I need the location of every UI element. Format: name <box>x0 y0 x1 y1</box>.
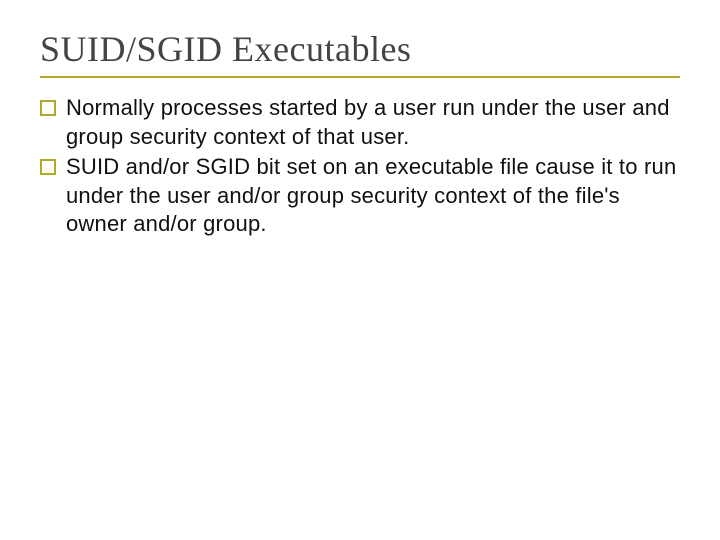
square-bullet-icon <box>40 159 56 175</box>
slide: SUID/SGID Executables Normally processes… <box>0 0 720 239</box>
slide-body: Normally processes started by a user run… <box>40 94 680 239</box>
list-item: Normally processes started by a user run… <box>40 94 680 151</box>
square-bullet-icon <box>40 100 56 116</box>
list-item-text: Normally processes started by a user run… <box>66 94 680 151</box>
list-item: SUID and/or SGID bit set on an executabl… <box>40 153 680 239</box>
slide-title: SUID/SGID Executables <box>40 28 680 70</box>
title-underline <box>40 76 680 78</box>
list-item-text: SUID and/or SGID bit set on an executabl… <box>66 153 680 239</box>
